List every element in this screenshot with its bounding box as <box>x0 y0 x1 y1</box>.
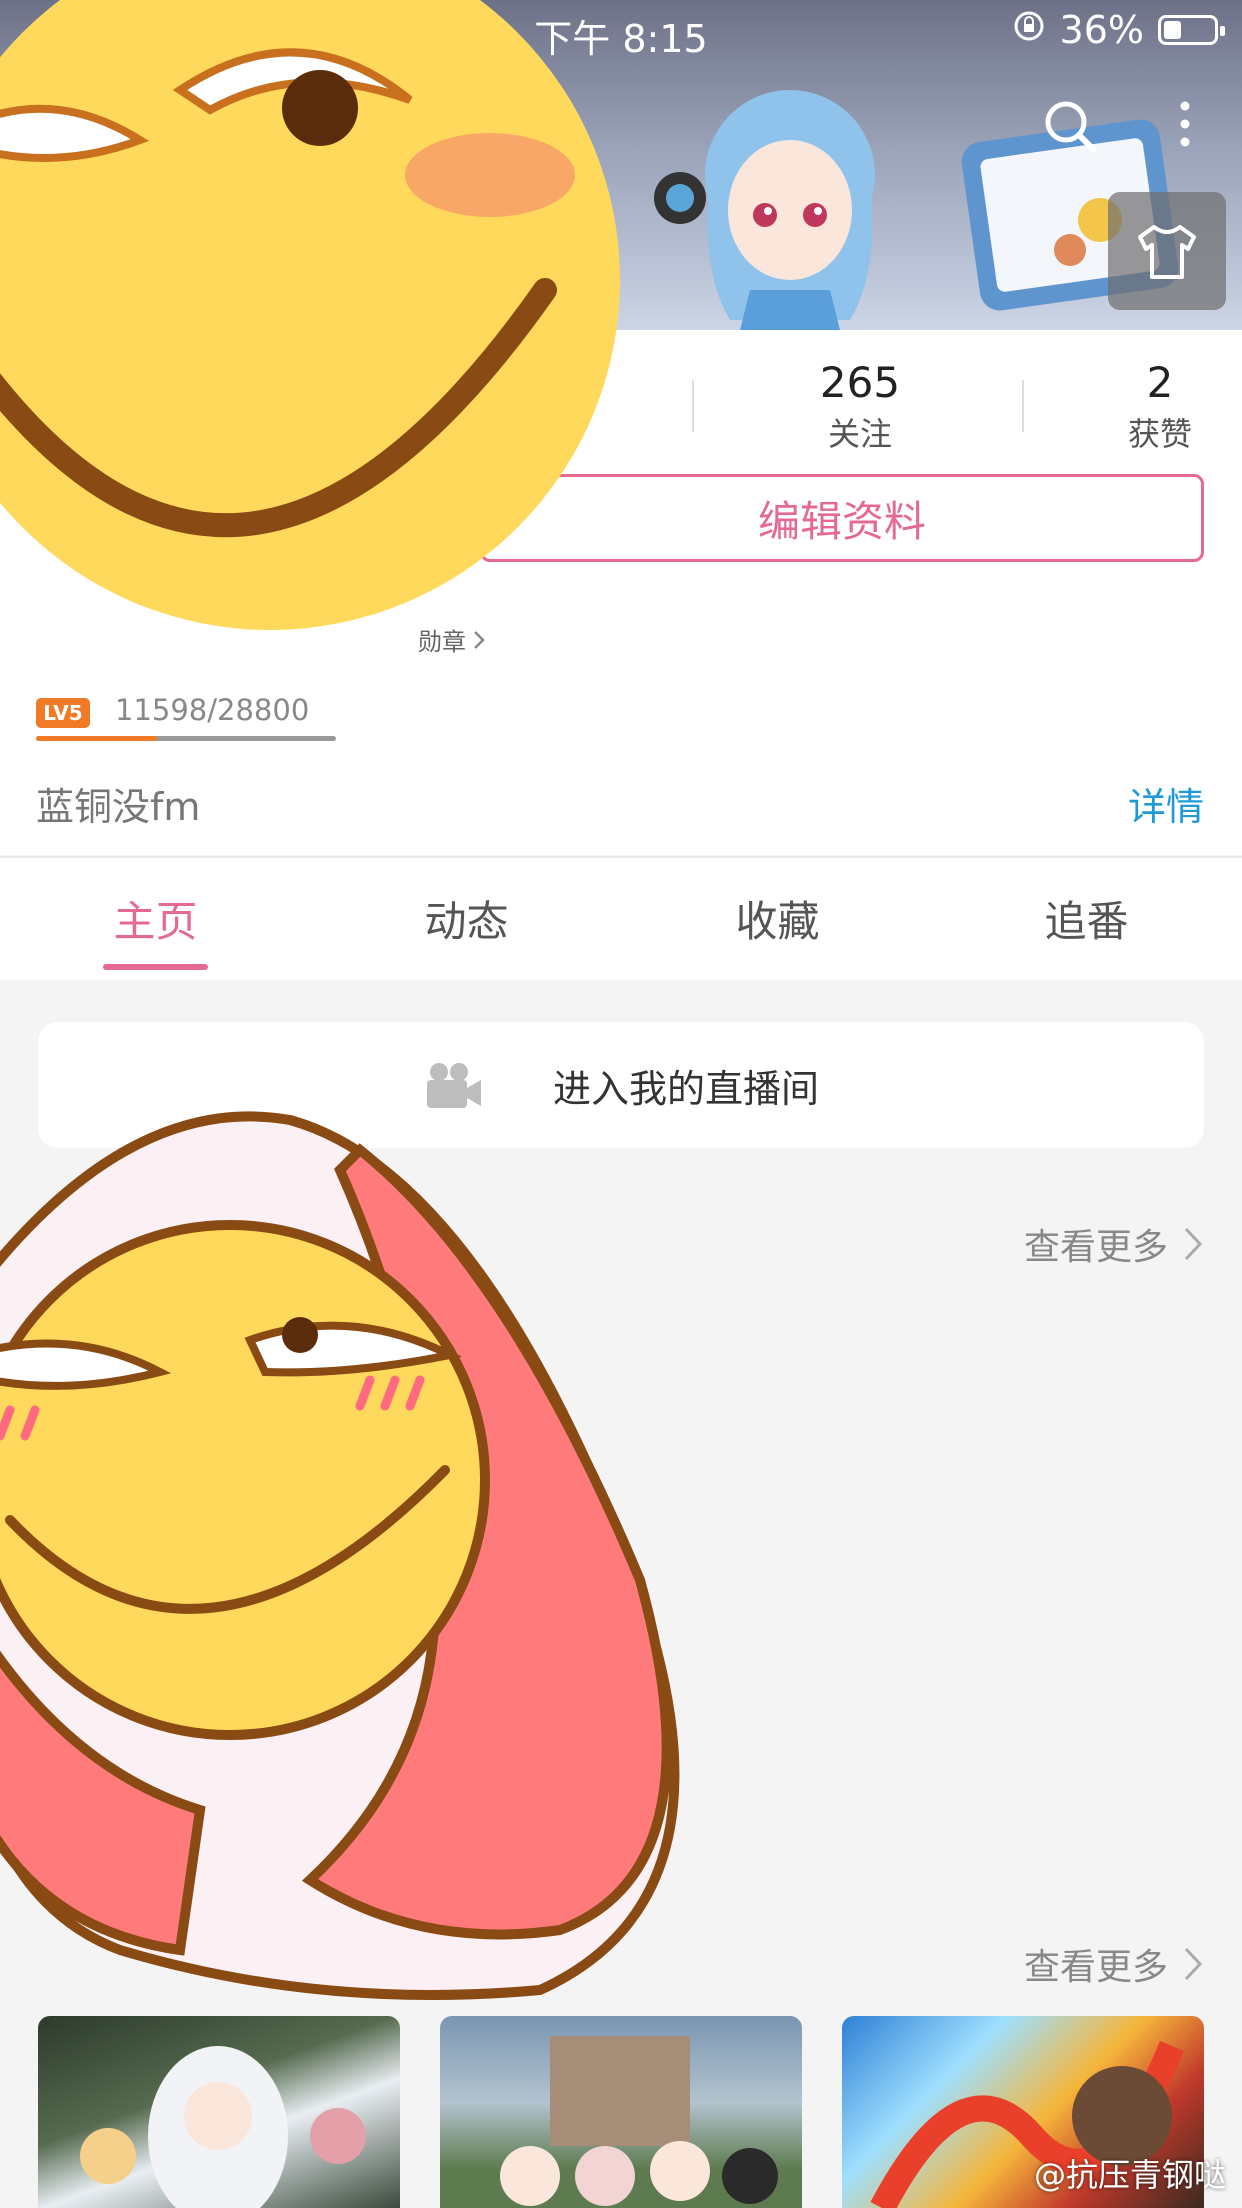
video-camera-icon <box>426 1063 481 1108</box>
section-more-link[interactable]: 查看更多 <box>1024 1938 1204 1990</box>
chevron-right-icon <box>1184 1947 1203 1981</box>
tab-active-indicator <box>103 964 208 970</box>
banner-character-illustration <box>654 90 875 330</box>
search-icon <box>1045 101 1097 153</box>
likes-count: 2 <box>1146 358 1174 407</box>
stat-divider <box>692 380 694 432</box>
level-badge: LV5 <box>36 698 90 728</box>
stat-following[interactable]: 265 关注 <box>780 358 940 455</box>
smirk-emoji-sticker <box>0 0 620 630</box>
theme-dressup-button[interactable] <box>1108 192 1226 310</box>
chevron-right-icon <box>1184 1227 1203 1261</box>
more-label: 查看更多 <box>1023 1947 1168 1988</box>
more-options-button[interactable] <box>1170 96 1200 156</box>
battery-icon <box>1158 15 1225 45</box>
tab-dynamics[interactable]: 动态 <box>311 888 622 949</box>
bio-detail-link[interactable]: 详情 <box>1128 776 1204 831</box>
rotation-lock-icon <box>1012 8 1046 52</box>
bangumi-artwork <box>500 2036 778 2206</box>
status-battery: 36% <box>1012 8 1225 52</box>
bangumi-thumbnail[interactable] <box>440 2016 802 2208</box>
exp-progress-fill <box>36 736 157 741</box>
profile-bio: 蓝铜没fm <box>36 785 201 829</box>
more-vertical-icon <box>1180 101 1190 147</box>
likes-label: 获赞 <box>1127 415 1192 453</box>
search-button[interactable] <box>1040 96 1100 156</box>
following-count: 265 <box>819 358 901 407</box>
following-label: 关注 <box>827 415 892 453</box>
bangumi-artwork <box>80 2046 366 2208</box>
hooded-smirk-emoji-sticker <box>0 1111 680 2000</box>
stat-likes[interactable]: 2 获赞 <box>1100 358 1220 455</box>
tshirt-icon <box>1138 225 1196 279</box>
more-label: 查看更多 <box>1023 1227 1168 1268</box>
battery-percentage: 36% <box>1059 8 1144 52</box>
profile-tabs: 主页 动态 收藏 追番 <box>0 856 1242 980</box>
live-room-label: 进入我的直播间 <box>552 1066 819 1111</box>
bangumi-thumbnail[interactable] <box>38 2016 400 2208</box>
watermark: @抗压青钢哒 <box>1033 2156 1226 2194</box>
tab-home[interactable]: 主页 <box>0 888 311 949</box>
exp-progress-bar <box>36 736 336 741</box>
tab-favorites[interactable]: 收藏 <box>622 888 933 949</box>
tab-bangumi[interactable]: 追番 <box>931 888 1242 949</box>
stat-divider <box>1022 380 1024 432</box>
section-more-link[interactable]: 查看更多 <box>1024 1218 1204 1270</box>
